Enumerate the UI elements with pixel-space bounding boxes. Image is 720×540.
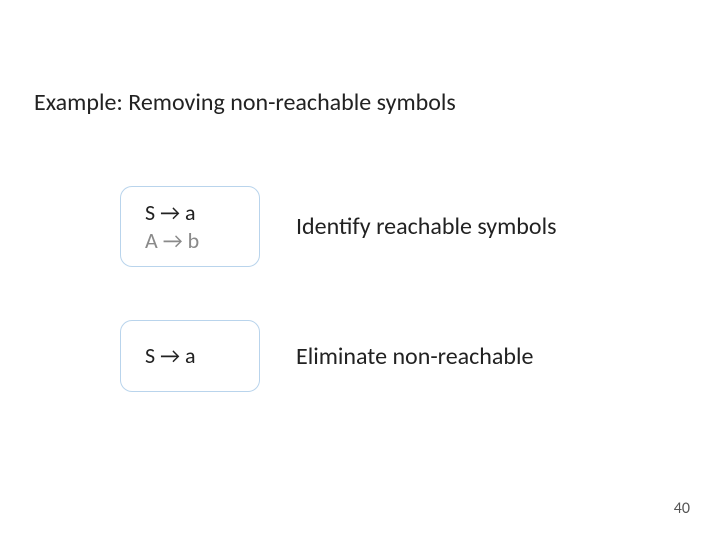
slide-title: Example: Removing non-reachable symbols [34, 88, 456, 117]
grammar-box-2: S → a [120, 320, 260, 392]
page-number: 40 [674, 499, 690, 518]
step-row-2: S → a Eliminate non-reachable [120, 320, 533, 392]
slide: Example: Removing non-reachable symbols … [0, 0, 720, 540]
grammar-line: S → a [145, 342, 239, 370]
step-label-1: Identify reachable symbols [296, 212, 556, 241]
step-row-1: S → a A → b Identify reachable symbols [120, 186, 556, 267]
grammar-line: A → b [145, 227, 239, 255]
grammar-line: S → a [145, 199, 239, 227]
grammar-box-1: S → a A → b [120, 186, 260, 267]
step-label-2: Eliminate non-reachable [296, 342, 533, 371]
